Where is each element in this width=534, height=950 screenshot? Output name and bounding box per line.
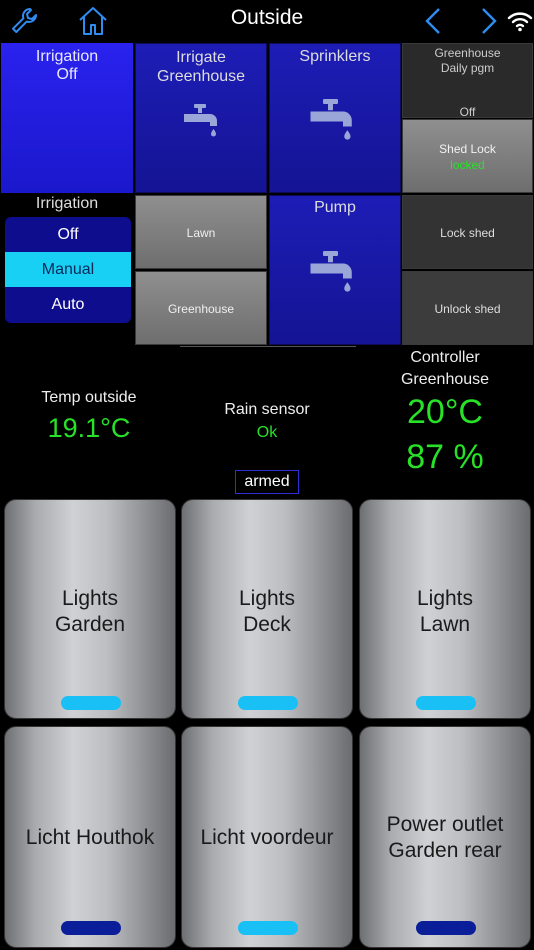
lights-garden-label: Lights Garden xyxy=(54,587,126,636)
unlock-shed-label: Unlock shed xyxy=(434,302,501,316)
irrigation-status-value: Off xyxy=(56,66,78,83)
irrigation-mode-off[interactable]: Off xyxy=(5,217,131,252)
shed-lock-label: Shed Lock xyxy=(439,142,496,156)
faucet-icon xyxy=(184,104,217,137)
irrigation-mode-auto[interactable]: Auto xyxy=(5,287,131,322)
divider xyxy=(180,346,356,347)
power-outlet-garden-rear-indicator xyxy=(416,921,476,935)
lights-garden-indicator xyxy=(61,696,121,710)
chevron-right-icon[interactable] xyxy=(472,5,504,37)
irrigation-mode-manual[interactable]: Manual xyxy=(5,252,131,287)
greenhouse-daily-tile[interactable]: Greenhouse Daily pgm Off xyxy=(402,43,533,119)
chevron-left-icon[interactable] xyxy=(418,5,450,37)
irrigation-status-label: Irrigation xyxy=(35,48,99,65)
lights-lawn-label: Lights Lawn xyxy=(416,587,474,636)
shed-lock-tile[interactable]: Shed Lock locked xyxy=(402,119,533,193)
home-icon[interactable] xyxy=(77,5,109,37)
controller-greenhouse-label: Controller Greenhouse xyxy=(400,349,490,388)
irrigation-mode-label: Irrigation xyxy=(35,195,99,212)
lawn-label: Lawn xyxy=(186,226,216,240)
greenhouse-button[interactable]: Greenhouse xyxy=(135,271,267,345)
lights-deck-button[interactable]: Lights Deck xyxy=(181,499,353,719)
rain-sensor-value: Ok xyxy=(256,424,278,441)
lights-deck-label: Lights Deck xyxy=(238,587,296,636)
licht-houthok-label: Licht Houthok xyxy=(25,826,155,849)
lights-lawn-indicator xyxy=(416,696,476,710)
controller-humidity-value: 87 % xyxy=(406,438,484,476)
controller-temp-value: 20°C xyxy=(407,393,483,431)
page-title: Outside xyxy=(230,6,304,29)
licht-voordeur-label: Licht voordeur xyxy=(200,826,334,849)
irrigation-mode-selector: Off Manual Auto xyxy=(5,217,131,323)
irrigate-greenhouse-label: Irrigate Greenhouse xyxy=(156,49,246,85)
pump-tile[interactable]: Pump xyxy=(269,195,401,345)
faucet-icon xyxy=(310,251,352,292)
shed-lock-value: locked xyxy=(450,158,485,172)
irrigate-greenhouse-tile[interactable]: Irrigate Greenhouse xyxy=(135,43,267,193)
unlock-shed-button[interactable]: Unlock shed xyxy=(402,271,533,345)
lawn-button[interactable]: Lawn xyxy=(135,195,267,269)
licht-houthok-button[interactable]: Licht Houthok xyxy=(4,726,176,948)
greenhouse-daily-label: Greenhouse Daily pgm xyxy=(434,46,501,75)
rain-sensor-label: Rain sensor xyxy=(224,401,310,418)
temp-outside-label: Temp outside xyxy=(41,389,137,406)
temp-outside-value: 19.1°C xyxy=(47,413,131,443)
faucet-icon xyxy=(310,99,352,140)
wifi-icon xyxy=(507,12,533,32)
wrench-icon[interactable] xyxy=(8,5,40,37)
greenhouse-daily-value: Off xyxy=(459,105,476,119)
licht-houthok-indicator xyxy=(61,921,121,935)
sprinklers-tile[interactable]: Sprinklers xyxy=(269,43,401,193)
lock-shed-label: Lock shed xyxy=(440,226,495,240)
irrigation-status-tile[interactable]: Irrigation Off xyxy=(1,43,133,193)
lights-lawn-button[interactable]: Lights Lawn xyxy=(359,499,531,719)
lights-deck-indicator xyxy=(238,696,298,710)
pump-label: Pump xyxy=(314,199,356,216)
power-outlet-garden-rear-button[interactable]: Power outlet Garden rear xyxy=(359,726,531,948)
armed-status-badge[interactable]: armed xyxy=(235,470,299,494)
power-outlet-garden-rear-label: Power outlet Garden rear xyxy=(386,813,504,862)
sprinklers-label: Sprinklers xyxy=(299,48,371,65)
lock-shed-button[interactable]: Lock shed xyxy=(402,195,533,269)
top-bar: Outside xyxy=(0,0,534,42)
greenhouse-label: Greenhouse xyxy=(167,302,235,316)
lights-garden-button[interactable]: Lights Garden xyxy=(4,499,176,719)
licht-voordeur-indicator xyxy=(238,921,298,935)
licht-voordeur-button[interactable]: Licht voordeur xyxy=(181,726,353,948)
